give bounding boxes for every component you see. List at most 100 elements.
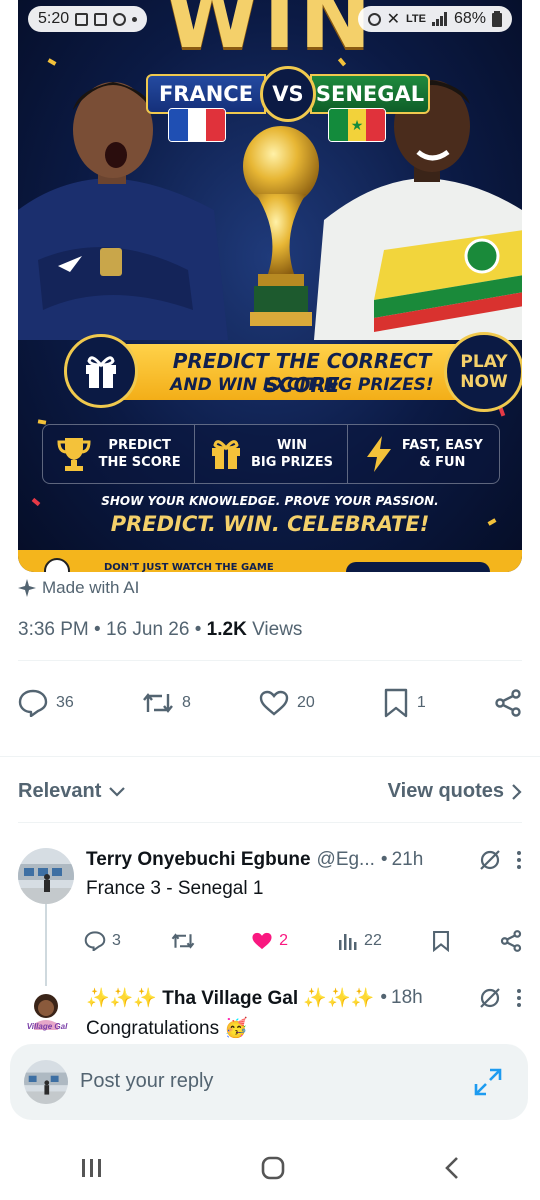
back-icon[interactable] bbox=[444, 1156, 460, 1180]
play-now-line-2: NOW bbox=[460, 372, 508, 392]
bookmark-icon bbox=[384, 688, 408, 718]
reply-repost-button[interactable] bbox=[171, 931, 201, 951]
reply-time: 21h bbox=[391, 849, 424, 870]
reply-composer[interactable]: Post your reply bbox=[10, 1044, 528, 1120]
reply-icon bbox=[84, 931, 106, 951]
reply-actions: 3 2 22 bbox=[84, 930, 522, 952]
reply-author-handle[interactable]: @Eg... bbox=[317, 849, 375, 871]
repost-icon bbox=[171, 933, 195, 949]
android-nav-bar bbox=[0, 1136, 540, 1200]
feature-fast: FAST, EASY & FUN bbox=[348, 425, 499, 483]
world-cup-trophy bbox=[243, 126, 319, 326]
reply-bookmark-button[interactable] bbox=[432, 930, 450, 952]
mute-icon: ✕ bbox=[386, 11, 400, 28]
share-icon bbox=[500, 930, 522, 952]
more-options-icon[interactable] bbox=[516, 988, 522, 1008]
post-date: 16 Jun 26 bbox=[105, 619, 190, 640]
reply-count: 36 bbox=[56, 694, 74, 711]
like-button[interactable]: 20 bbox=[259, 690, 315, 716]
reply-views-button[interactable]: 22 bbox=[338, 932, 382, 950]
reply-like-count: 2 bbox=[279, 932, 288, 949]
view-quotes-label: View quotes bbox=[387, 780, 504, 802]
sort-label: Relevant bbox=[18, 780, 102, 802]
recent-apps-icon[interactable] bbox=[80, 1157, 102, 1179]
status-bar-right: ✕ LTE 68% bbox=[357, 6, 512, 32]
battery-icon bbox=[492, 11, 502, 27]
calendar-icon bbox=[75, 12, 89, 26]
status-bar: 5:20 ✕ LTE 68% bbox=[18, 6, 522, 32]
predict-banner: PREDICT THE CORRECT SCORE AND WIN EXCITI… bbox=[60, 330, 522, 412]
reply-header: ✨✨✨ Tha Village Gal ✨✨✨ • 18h bbox=[86, 986, 522, 1010]
reply-like-button[interactable]: 2 bbox=[251, 931, 288, 951]
reply-share-button[interactable] bbox=[500, 930, 522, 952]
more-options-icon[interactable] bbox=[516, 850, 522, 870]
status-time: 5:20 bbox=[38, 10, 70, 27]
post-image[interactable]: WIN FRANCE VS SENEGAL ★ PREDICT THE CORR… bbox=[18, 0, 522, 572]
divider bbox=[18, 822, 522, 823]
replies-sort-row: Relevant View quotes bbox=[18, 780, 522, 803]
grok-icon[interactable] bbox=[478, 986, 502, 1010]
post-actions: 36 8 20 1 bbox=[18, 688, 522, 718]
feature-fast-label: FAST, EASY & FUN bbox=[401, 438, 483, 470]
chevron-right-icon bbox=[512, 783, 522, 800]
made-with-ai-label[interactable]: Made with AI bbox=[18, 578, 139, 598]
repost-button[interactable]: 8 bbox=[142, 690, 191, 716]
reply-text: Congratulations 🥳 bbox=[86, 1018, 249, 1039]
play-now-line-1: PLAY bbox=[460, 352, 508, 372]
network-type: LTE bbox=[406, 13, 426, 25]
feature-predict-label: PREDICT THE SCORE bbox=[98, 438, 181, 470]
gift-icon bbox=[211, 440, 240, 469]
features-panel: PREDICT THE SCORE WIN BIG PRIZES FAST, E… bbox=[42, 424, 500, 484]
status-bar-left: 5:20 bbox=[28, 6, 148, 32]
feature-predict: PREDICT THE SCORE bbox=[43, 425, 196, 483]
heart-filled-icon bbox=[252, 932, 272, 950]
reply-input-placeholder[interactable]: Post your reply bbox=[80, 1070, 213, 1093]
reply-time: 18h bbox=[391, 987, 423, 1008]
bottom-strip-button bbox=[346, 562, 490, 572]
reply-views-count: 22 bbox=[364, 932, 382, 949]
heart-icon bbox=[259, 690, 289, 716]
divider bbox=[0, 756, 540, 757]
reply-reply-button[interactable]: 3 bbox=[84, 931, 121, 951]
sort-relevant-dropdown[interactable]: Relevant bbox=[18, 780, 126, 803]
bottom-strip-text: DON'T JUST WATCH THE GAME bbox=[104, 562, 274, 572]
notification-icon bbox=[94, 12, 108, 26]
reply-author-name[interactable]: Terry Onyebuchi Egbune bbox=[86, 849, 311, 871]
trophy-icon bbox=[57, 438, 91, 471]
avatar[interactable] bbox=[18, 986, 74, 1042]
share-icon bbox=[495, 689, 521, 717]
avatar[interactable] bbox=[18, 848, 74, 904]
reply-button[interactable]: 36 bbox=[18, 689, 74, 717]
banner-line-2: AND WIN EXCITING PRIZES! bbox=[170, 375, 434, 395]
reply-time-prefix: • bbox=[380, 987, 388, 1008]
lightning-icon bbox=[366, 436, 391, 472]
repost-count: 8 bbox=[181, 694, 191, 711]
views-count: 1.2K bbox=[206, 619, 247, 640]
reply-time-prefix: • bbox=[380, 849, 388, 870]
view-quotes-link[interactable]: View quotes bbox=[388, 780, 522, 803]
divider bbox=[18, 660, 522, 661]
bookmark-button[interactable]: 1 bbox=[383, 688, 426, 718]
reply-header: Terry Onyebuchi Egbune @Eg... • 21h bbox=[86, 848, 522, 872]
reply-text: France 3 - Senegal 1 bbox=[86, 878, 264, 899]
more-notifications-dot bbox=[132, 16, 138, 22]
tagline-big: PREDICT. WIN. CELEBRATE! bbox=[110, 512, 430, 536]
expand-icon[interactable] bbox=[474, 1068, 502, 1096]
reply-author-name[interactable]: ✨✨✨ Tha Village Gal ✨✨✨ bbox=[86, 986, 374, 1010]
football-icon bbox=[44, 558, 70, 572]
gift-icon bbox=[64, 334, 138, 408]
post-time: 3:36 PM bbox=[18, 619, 89, 640]
share-button[interactable] bbox=[494, 689, 522, 717]
views-icon bbox=[339, 934, 357, 950]
grok-icon[interactable] bbox=[478, 848, 502, 872]
signal-icon bbox=[431, 12, 447, 26]
composer-avatar bbox=[24, 1060, 68, 1104]
feature-win: WIN BIG PRIZES bbox=[195, 425, 348, 483]
views-label: Views bbox=[252, 619, 303, 640]
bottom-strip: DON'T JUST WATCH THE GAME bbox=[18, 550, 522, 572]
bookmark-count: 1 bbox=[416, 694, 426, 711]
tagline-small: SHOW YOUR KNOWLEDGE. PROVE YOUR PASSION. bbox=[101, 494, 439, 508]
home-icon[interactable] bbox=[261, 1156, 285, 1180]
chevron-down-icon bbox=[109, 786, 126, 797]
play-now-badge: PLAY NOW bbox=[444, 332, 522, 412]
